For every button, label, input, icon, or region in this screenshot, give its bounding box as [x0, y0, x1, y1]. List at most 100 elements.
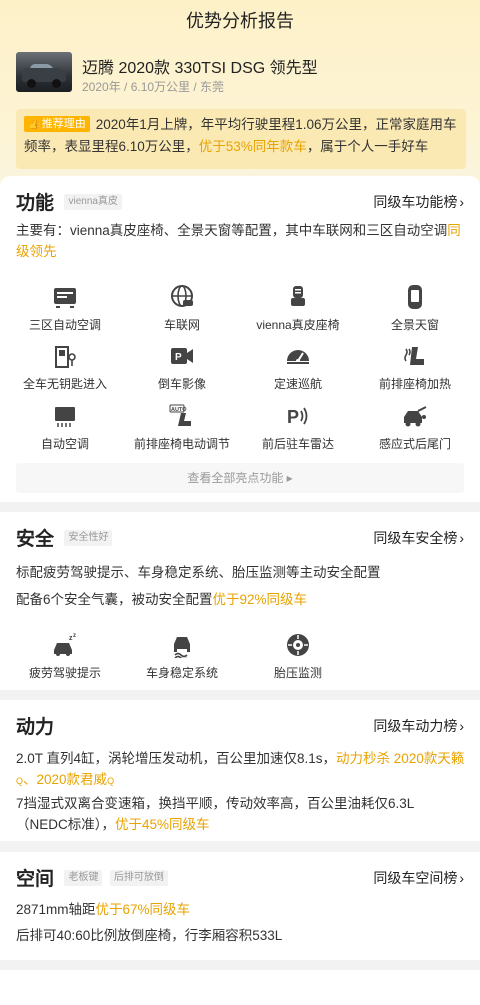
space-tag: 老板键 — [64, 869, 103, 886]
seat-icon — [291, 286, 305, 306]
feature-item[interactable]: 自动空调 — [5, 403, 125, 452]
chevron-right-icon: › — [459, 870, 464, 886]
function-desc: 主要有：vienna真皮座椅、全景天窗等配置，其中车联网和三区自动空调同级领先 — [16, 220, 466, 262]
svg-text:P: P — [287, 407, 299, 427]
power-line1-highlight2: 2020款君威 — [36, 772, 108, 787]
recommend-reason: 👍推荐理由 2020年1月上牌，年平均行驶里程1.06万公里，正常家庭用车频率，表… — [16, 109, 466, 169]
chevron-right-icon: › — [459, 530, 464, 546]
ac-panel-icon — [54, 288, 76, 308]
power-line2-text: 7挡湿式双离合变速箱，换挡平顺，传动效率高，百公里油耗仅6.3L（NEDC标准）… — [16, 796, 415, 832]
safety-rank-label: 同级车安全榜 — [373, 530, 458, 546]
feature-label: vienna真皮座椅 — [256, 318, 340, 332]
tailgate-icon — [404, 406, 427, 427]
door-key-icon — [55, 346, 76, 368]
feature-label: 自动空调 — [40, 437, 89, 451]
feature-item[interactable]: 前排座椅加热 — [355, 343, 475, 392]
feature-label: 前排座椅电动调节 — [133, 437, 230, 451]
fatigue-icon: zz — [54, 633, 76, 656]
reverse-camera-icon: P — [171, 348, 193, 364]
chevron-right-icon: › — [459, 194, 464, 210]
space-line1-highlight: 优于67%同级车 — [95, 902, 191, 917]
function-title: 功能 — [16, 193, 55, 214]
auto-ac-icon — [55, 407, 75, 427]
feature-item[interactable]: 三区自动空调 — [5, 284, 125, 333]
search-icon: Q — [16, 776, 24, 786]
feature-label: 前排座椅加热 — [378, 377, 451, 391]
feature-item[interactable]: 感应式后尾门 — [355, 403, 475, 452]
space-card: 空间 老板键 后排可放倒 同级车空间榜 › 2871mm轴距优于67%同级车 后排… — [0, 852, 480, 960]
function-rank-label: 同级车功能榜 — [373, 194, 458, 210]
chevron-right-icon: › — [459, 718, 464, 734]
feature-label: 前后驻车雷达 — [261, 437, 334, 451]
safety-label: 疲劳驾驶提示 — [28, 666, 101, 680]
cruise-gauge-icon — [287, 350, 309, 364]
space-line2: 后排可40:60比例放倒座椅，行李厢容积533L — [16, 928, 283, 943]
reason-text-b: ，属于个人一手好车 — [306, 139, 429, 154]
power-line1: 2.0T 直列4缸，涡轮增压发动机，百公里加速仅8.1s，动力秒杀 2020款天… — [16, 748, 466, 792]
svg-text:P: P — [175, 352, 182, 363]
space-line1: 2871mm轴距优于67%同级车 — [16, 899, 466, 920]
function-rank-link[interactable]: 同级车功能榜 › — [373, 192, 464, 212]
parking-radar-icon: P — [287, 407, 308, 427]
feature-item[interactable]: 车联网 — [122, 284, 242, 333]
function-desc-text: 主要有：vienna真皮座椅、全景天窗等配置，其中车联网和三区自动空调 — [16, 223, 448, 238]
svg-text:AUTO: AUTO — [171, 407, 187, 413]
view-all-features-button[interactable]: 查看全部亮点功能 ▸ — [16, 463, 464, 493]
auto-seat-icon: AUTO — [169, 404, 191, 426]
svg-text:z: z — [73, 633, 76, 639]
car-title: 迈腾 2020款 330TSI DSG 领先型 — [82, 60, 318, 77]
safety-line2-text: 配备6个安全气囊，被动安全配置 — [16, 592, 213, 607]
seat-heat-icon — [404, 347, 424, 365]
safety-label: 车身稳定系统 — [145, 666, 218, 680]
sunroof-icon — [408, 285, 422, 309]
space-tag: 后排可放倒 — [109, 869, 168, 886]
feature-label: 定速巡航 — [273, 377, 322, 391]
feature-label: 感应式后尾门 — [378, 437, 451, 451]
feature-item[interactable]: 全景天窗 — [355, 284, 475, 333]
power-rank-link[interactable]: 同级车动力榜 › — [373, 716, 464, 736]
safety-label: 胎压监测 — [273, 666, 322, 680]
safety-line1: 标配疲劳驾驶提示、车身稳定系统、胎压监测等主动安全配置 — [16, 565, 381, 580]
competitor-link-regal[interactable]: 2020款君威Q — [37, 772, 115, 787]
thumbs-up-icon: 👍 — [28, 118, 42, 130]
feature-label: 三区自动空调 — [28, 318, 101, 332]
search-icon: Q — [107, 776, 115, 786]
feature-item[interactable]: vienna真皮座椅 — [238, 284, 358, 333]
safety-item[interactable]: zz 疲劳驾驶提示 — [5, 632, 125, 681]
page-title: 优势分析报告 — [186, 11, 294, 31]
power-line1-text: 2.0T 直列4缸，涡轮增压发动机，百公里加速仅8.1s， — [16, 751, 337, 766]
stability-icon — [174, 637, 190, 658]
space-line1-text: 2871mm轴距 — [16, 902, 96, 917]
feature-item[interactable]: 全车无钥匙进入 — [5, 343, 125, 392]
car-summary[interactable]: 迈腾 2020款 330TSI DSG 领先型 2020年 / 6.10万公里 … — [16, 52, 466, 96]
safety-tag: 安全性好 — [64, 529, 113, 546]
power-rank-label: 同级车动力榜 — [373, 718, 458, 734]
safety-item[interactable]: 车身稳定系统 — [122, 632, 242, 681]
recommend-badge-label: 推荐理由 — [41, 118, 86, 130]
function-card: 功能 vienna真皮 同级车功能榜 › 主要有：vienna真皮座椅、全景天窗等… — [0, 176, 480, 502]
power-card: 动力 同级车动力榜 › 2.0T 直列4缸，涡轮增压发动机，百公里加速仅8.1s，… — [0, 700, 480, 841]
space-rank-link[interactable]: 同级车空间榜 › — [373, 868, 464, 888]
function-tag: vienna真皮 — [64, 193, 122, 210]
feature-label: 倒车影像 — [157, 377, 206, 391]
space-rank-label: 同级车空间榜 — [373, 870, 458, 886]
feature-item[interactable]: P 前后驻车雷达 — [238, 403, 358, 452]
feature-item[interactable]: AUTO 前排座椅电动调节 — [122, 403, 242, 452]
tire-pressure-icon — [287, 634, 309, 656]
safety-item[interactable]: 胎压监测 — [238, 632, 358, 681]
safety-line2-highlight: 优于92%同级车 — [212, 592, 308, 607]
car-meta: 2020年 / 6.10万公里 / 东莞 — [82, 80, 225, 94]
power-line1-separator: 、 — [23, 772, 37, 787]
safety-title: 安全 — [16, 529, 55, 550]
safety-rank-link[interactable]: 同级车安全榜 › — [373, 528, 464, 548]
power-title: 动力 — [16, 717, 55, 738]
feature-label: 全车无钥匙进入 — [22, 377, 107, 391]
reason-highlight: 优于53%同年款车 — [198, 139, 307, 154]
feature-label: 车联网 — [163, 318, 200, 332]
safety-card: 安全 安全性好 同级车安全榜 › 标配疲劳驾驶提示、车身稳定系统、胎压监测等主动安… — [0, 512, 480, 690]
feature-label: 全景天窗 — [390, 318, 439, 332]
feature-item[interactable]: 定速巡航 — [238, 343, 358, 392]
globe-car-icon — [171, 285, 193, 307]
car-thumbnail — [16, 52, 72, 92]
feature-item[interactable]: P 倒车影像 — [122, 343, 242, 392]
